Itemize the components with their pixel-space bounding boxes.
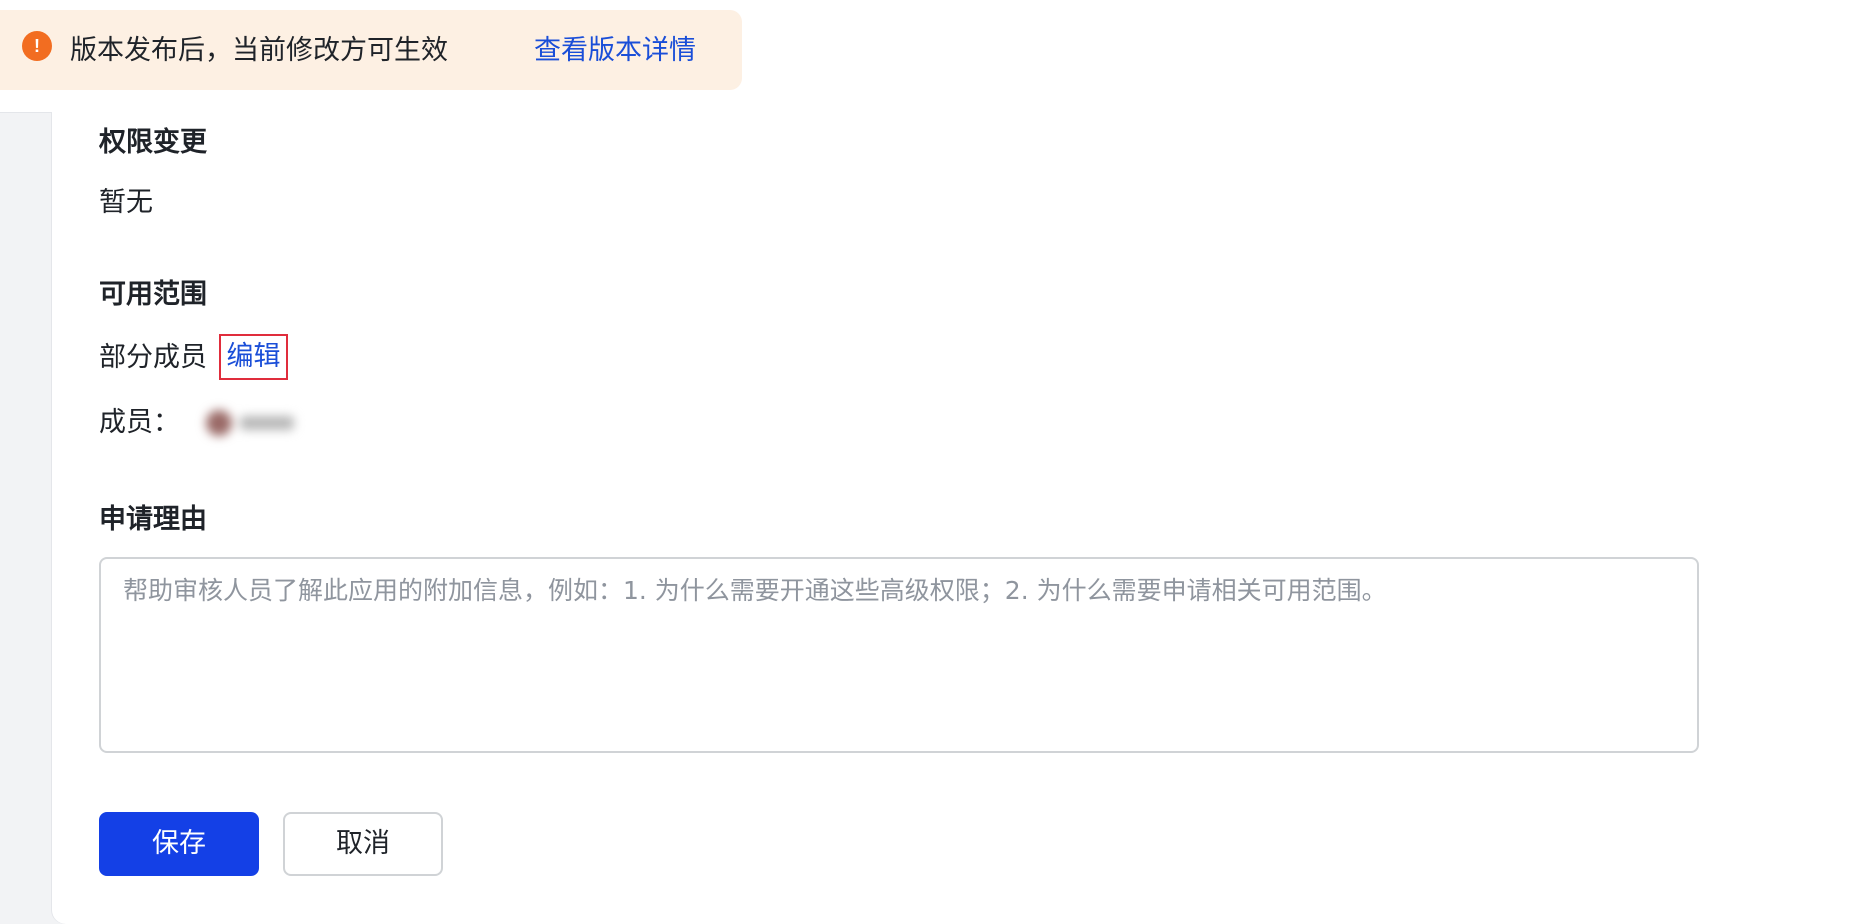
member-name-redacted — [240, 416, 294, 430]
alert-circle-icon: ! — [22, 31, 52, 61]
permission-changes-value: 暂无 — [99, 187, 153, 218]
cancel-button[interactable]: 取消 — [283, 812, 443, 876]
permission-changes-heading: 权限变更 — [99, 127, 207, 158]
member-chip — [186, 402, 308, 444]
view-version-details-link[interactable]: 查看版本详情 — [534, 31, 696, 71]
application-reason-textarea[interactable] — [99, 557, 1699, 753]
availability-scope-value: 部分成员 — [99, 342, 207, 373]
settings-panel — [52, 112, 1874, 924]
save-button[interactable]: 保存 — [99, 812, 259, 876]
top-bar: ! 版本发布后，当前修改方可生效 查看版本详情 — [0, 0, 1874, 113]
avatar — [206, 410, 232, 436]
version-notice-banner: ! 版本发布后，当前修改方可生效 查看版本详情 — [0, 10, 742, 90]
notice-message: 版本发布后，当前修改方可生效 — [70, 35, 448, 66]
edit-scope-link[interactable]: 编辑 — [219, 334, 288, 380]
availability-scope-heading: 可用范围 — [99, 279, 207, 310]
members-label: 成员： — [99, 407, 180, 438]
application-reason-heading: 申请理由 — [99, 504, 207, 535]
